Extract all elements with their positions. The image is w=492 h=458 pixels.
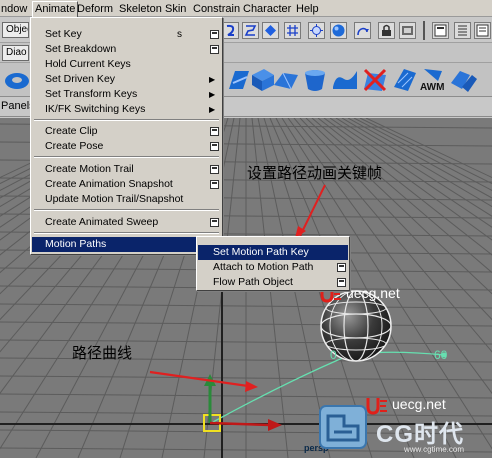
menu-item-set-driven-key[interactable]: Set Driven Key ▶: [32, 72, 221, 87]
menu-item-flow-path-object[interactable]: Flow Path Object: [198, 275, 348, 290]
menu-item-label: Create Pose: [45, 140, 104, 152]
option-box-icon[interactable]: [210, 142, 219, 151]
option-box-icon[interactable]: [210, 165, 219, 174]
animate-menu: Set Key s Set Breakdown Hold Current Key…: [30, 17, 223, 255]
site-watermark-2: uecg.net: [392, 396, 446, 412]
option-box-icon[interactable]: [210, 180, 219, 189]
menu-item-ikfk-switching-keys[interactable]: IK/FK Switching Keys ▶: [32, 102, 221, 117]
menu-item-attach-to-motion-path[interactable]: Attach to Motion Path: [198, 260, 348, 275]
menu-item-create-animated-sweep[interactable]: Create Animated Sweep: [32, 215, 221, 230]
site-watermark-1: uecg.net: [346, 285, 400, 301]
menu-item-label: Set Breakdown: [45, 43, 117, 55]
menu-item-motion-paths[interactable]: Motion Paths ▶: [32, 237, 221, 252]
menu-separator: [34, 119, 219, 121]
arrow-to-set-key: [299, 184, 326, 237]
menu-item-label: Update Motion Trail/Snapshot: [45, 193, 184, 205]
option-box-icon[interactable]: [210, 218, 219, 227]
menu-item-set-breakdown[interactable]: Set Breakdown: [32, 42, 221, 57]
menu-separator: [34, 232, 219, 234]
menu-item-label: Flow Path Object: [213, 276, 293, 288]
menu-separator: [34, 156, 219, 158]
option-box-icon[interactable]: [210, 30, 219, 39]
menu-item-label: IK/FK Switching Keys: [45, 103, 146, 115]
submenu-arrow-icon: ▶: [209, 105, 216, 114]
menu-item-create-clip[interactable]: Create Clip: [32, 124, 221, 139]
menu-item-label: Set Transform Keys: [45, 88, 138, 100]
menu-item-label: Set Motion Path Key: [213, 246, 309, 258]
menu-item-label: Create Motion Trail: [45, 163, 134, 175]
option-box-icon[interactable]: [337, 278, 346, 287]
menu-item-label: Attach to Motion Path: [213, 261, 314, 273]
menu-item-set-transform-keys[interactable]: Set Transform Keys ▶: [32, 87, 221, 102]
option-box-icon[interactable]: [210, 127, 219, 136]
menu-item-label: Set Key: [45, 28, 82, 40]
cgtime-logo-icon: [319, 405, 367, 449]
menu-item-label: Motion Paths: [45, 238, 107, 250]
menu-item-set-key[interactable]: Set Key s: [32, 27, 221, 42]
option-box-icon[interactable]: [210, 45, 219, 54]
menu-item-update-motion-trail[interactable]: Update Motion Trail/Snapshot: [32, 192, 221, 207]
arrowhead-curve: [245, 381, 258, 392]
menu-separator: [34, 209, 219, 211]
menu-item-label: Set Driven Key: [45, 73, 116, 85]
menu-item-create-motion-trail[interactable]: Create Motion Trail: [32, 162, 221, 177]
menu-item-label: Create Animated Sweep: [45, 216, 159, 228]
cgtime-url: www.cgtime.com: [404, 445, 465, 454]
motion-paths-submenu: Set Motion Path Key Attach to Motion Pat…: [196, 236, 350, 291]
menu-item-set-motion-path-key[interactable]: Set Motion Path Key: [198, 245, 348, 260]
menu-item-create-animation-snapshot[interactable]: Create Animation Snapshot: [32, 177, 221, 192]
path-curve-annotation: 路径曲线: [72, 344, 133, 362]
menu-item-shortcut: s: [177, 29, 182, 40]
submenu-arrow-icon: ▶: [209, 90, 216, 99]
cgtime-brand: CG时代: [376, 421, 464, 448]
set-motion-key-annotation: 设置路径动画关键帧: [247, 164, 383, 182]
menu-item-label: Create Clip: [45, 125, 98, 137]
arrow-to-curve: [149, 370, 249, 388]
menu-item-label: Create Animation Snapshot: [45, 178, 173, 190]
submenu-arrow-icon: ▶: [209, 75, 216, 84]
menu-item-hold-current-keys[interactable]: Hold Current Keys: [32, 57, 221, 72]
option-box-icon[interactable]: [337, 263, 346, 272]
menu-item-create-pose[interactable]: Create Pose: [32, 139, 221, 154]
menu-item-label: Hold Current Keys: [45, 58, 131, 70]
